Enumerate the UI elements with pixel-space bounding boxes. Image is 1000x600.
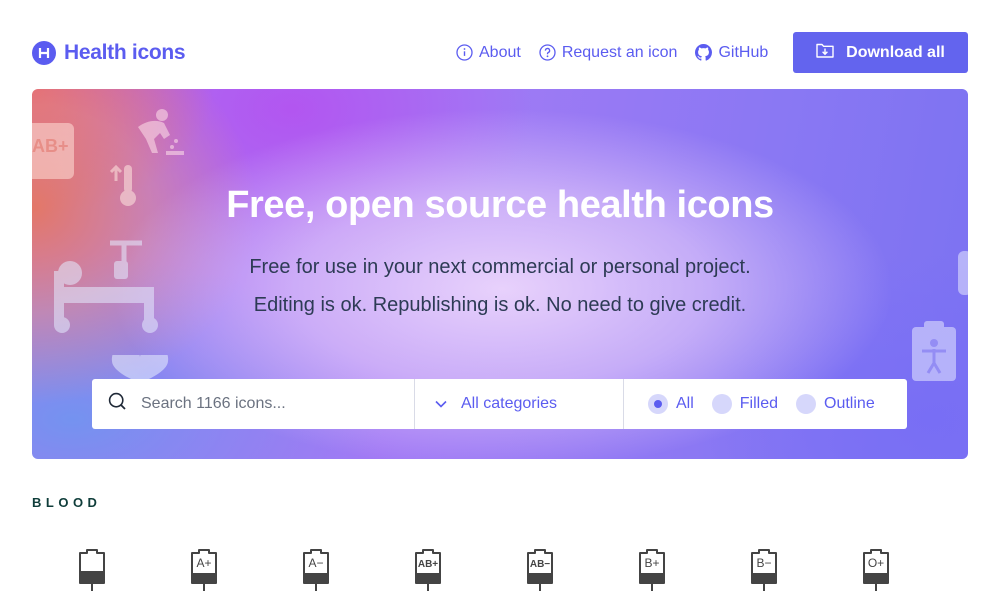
search-icon [108, 392, 127, 416]
icon-tile[interactable]: B− [736, 547, 792, 600]
style-radio-filled-label: Filled [739, 395, 779, 412]
style-radio-all[interactable]: All [648, 394, 694, 414]
style-radio-outline-label: Outline [824, 395, 875, 412]
search-input[interactable] [141, 395, 401, 413]
logo-link[interactable]: Health icons [32, 40, 186, 65]
style-radio-filled[interactable]: Filled [711, 394, 779, 414]
category-select[interactable]: All categories [415, 379, 624, 429]
nav-github-label: GitHub [718, 43, 769, 61]
top-nav: About Request an icon GitHub [456, 32, 768, 73]
info-icon [456, 44, 473, 61]
icon-tile[interactable] [64, 547, 120, 600]
radio-dot [796, 394, 817, 414]
blood-ab-positive-icon: AB+ [415, 549, 441, 591]
blood-type-label: A− [308, 556, 323, 570]
icon-tile[interactable]: A+ [176, 547, 232, 600]
blood-type-label: AB+ [418, 559, 438, 570]
site-header: Health icons About Request an icon GitHu… [32, 32, 968, 73]
blood-b-positive-icon: B+ [639, 549, 665, 591]
blood-type-label: A+ [196, 556, 211, 570]
section-title-blood: BLOOD [32, 495, 102, 510]
icon-tile[interactable]: B+ [624, 547, 680, 600]
chevron-down-icon [435, 395, 447, 413]
download-all-button[interactable]: Download all [793, 32, 968, 73]
style-radio-outline[interactable]: Outline [796, 394, 875, 414]
style-radio-group: All Filled Outline [624, 379, 907, 429]
nav-github[interactable]: GitHub [695, 44, 768, 62]
nav-about[interactable]: About [456, 44, 521, 62]
person-vomiting-icon [138, 109, 184, 155]
icon-tile[interactable]: AB+ [400, 547, 456, 600]
blood-ab-negative-icon: AB− [527, 549, 553, 591]
blood-bag-ab-positive-icon: AB+ [32, 123, 74, 179]
blood-a-negative-icon: A− [303, 549, 329, 591]
radio-dot-selected [648, 394, 668, 414]
clipboard-person-icon [912, 321, 956, 381]
blood-a-positive-icon: A+ [191, 549, 217, 591]
blood-type-label: AB− [530, 559, 550, 570]
logo-text: Health icons [64, 40, 186, 64]
hospital-bed-icon [54, 240, 158, 333]
download-all-label: Download all [846, 43, 945, 61]
nav-about-label: About [479, 43, 521, 61]
blood-b-negative-icon: B− [751, 549, 777, 591]
nav-request-label: Request an icon [561, 43, 678, 61]
blood-type-label: B− [756, 556, 771, 570]
search-field [92, 379, 415, 429]
style-radio-all-label: All [676, 395, 694, 412]
download-folder-icon [816, 42, 834, 63]
hero-title: Free, open source health icons [226, 184, 774, 226]
category-select-label: All categories [461, 395, 558, 412]
hero-banner: AB+ Free, open source health icons Free … [32, 89, 968, 459]
search-bar: All categories All Filled Outline [92, 379, 907, 429]
radio-dot [711, 394, 732, 414]
logo-icon [32, 40, 56, 65]
blood-type-label: B+ [644, 556, 659, 570]
question-icon [539, 44, 556, 61]
icon-tile[interactable]: A− [288, 547, 344, 600]
hero-subtitle-line2: Editing is ok. Republishing is ok. No ne… [253, 294, 747, 316]
icon-tile[interactable]: AB− [512, 547, 568, 600]
blood-bag-icon [79, 549, 105, 591]
github-icon [695, 44, 713, 61]
nav-request-icon[interactable]: Request an icon [539, 43, 678, 62]
svg-text:AB+: AB+ [32, 136, 69, 156]
icon-grid-row: A+ A− AB+ AB− B+ B− O+ [64, 547, 944, 600]
icon-tile[interactable]: O+ [848, 547, 904, 600]
hero-subtitle-line1: Free for use in your next commercial or … [249, 256, 751, 278]
blood-o-positive-icon: O+ [863, 549, 889, 591]
blood-type-label: O+ [868, 556, 884, 570]
